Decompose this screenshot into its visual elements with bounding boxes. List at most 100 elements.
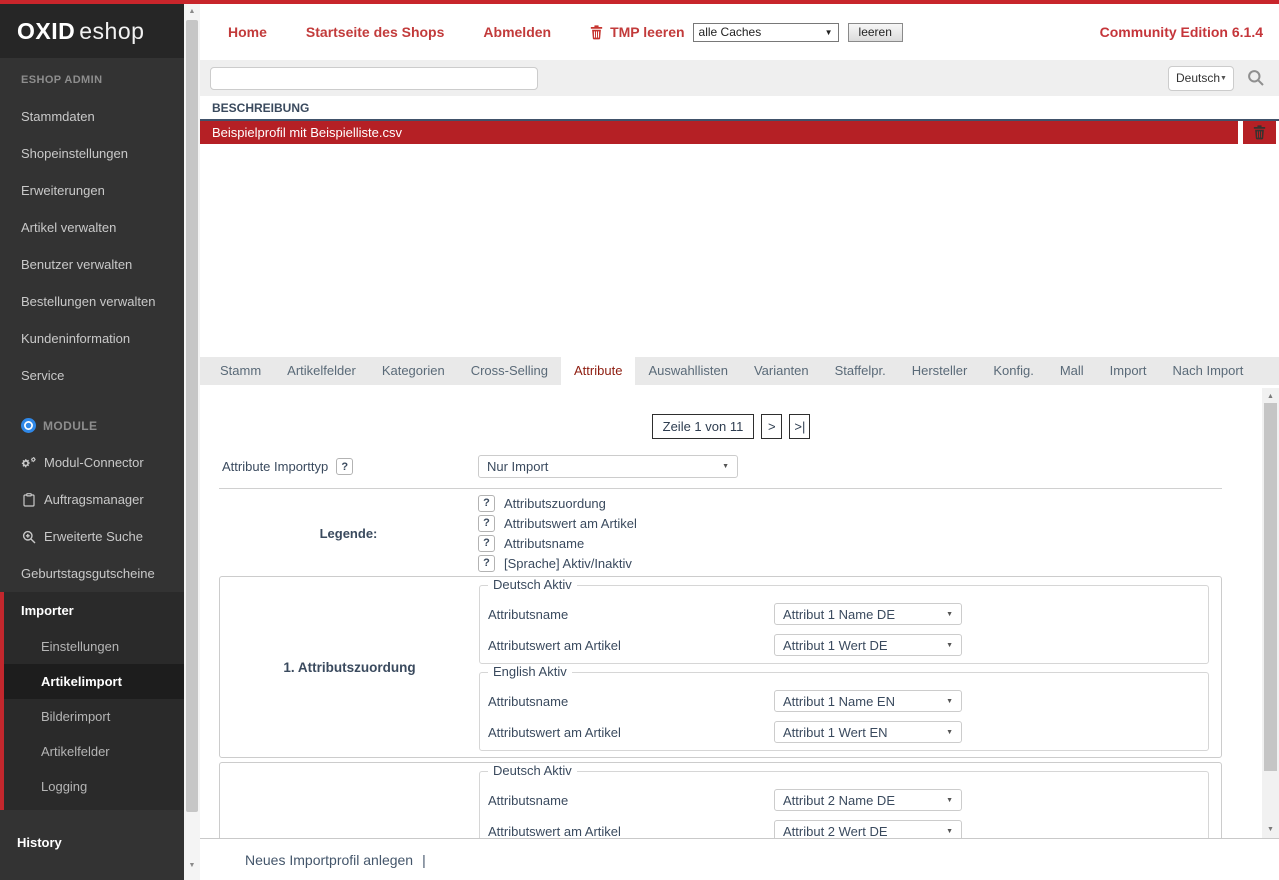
attributsname-select[interactable]: Attribut 2 Name DE▼ (774, 789, 962, 811)
module-section-header: MODULE (0, 407, 184, 444)
tab-artikelfelder[interactable]: Artikelfelder (274, 357, 369, 385)
edition-label: Community Edition 6.1.4 (1100, 24, 1279, 40)
sidebar-item-artikel-verwalten[interactable]: Artikel verwalten (0, 209, 184, 246)
selected-profile-row[interactable]: Beispielprofil mit Beispielliste.csv (200, 121, 1279, 144)
help-icon[interactable]: ? (478, 535, 495, 552)
cache-select[interactable]: alle Caches ▼ (693, 23, 839, 42)
chevron-down-icon: ▼ (946, 698, 953, 705)
help-icon[interactable]: ? (478, 495, 495, 512)
sidebar-item-benutzer-verwalten[interactable]: Benutzer verwalten (0, 246, 184, 283)
search-icon[interactable] (1247, 69, 1265, 87)
sidebar-item-artikelfelder[interactable]: Artikelfelder (4, 734, 184, 769)
tmp-clear-link[interactable]: TMP leeren (590, 24, 684, 40)
scroll-down-icon[interactable]: ▼ (1262, 823, 1279, 836)
sidebar-item-auftragsmanager[interactable]: Auftragsmanager (0, 481, 184, 518)
clear-cache-button[interactable]: leeren (848, 23, 903, 42)
tab-attribute[interactable]: Attribute (561, 357, 635, 385)
sidebar-item-bestellungen-verwalten[interactable]: Bestellungen verwalten (0, 283, 184, 320)
sidebar-item-kundeninformation[interactable]: Kundeninformation (0, 320, 184, 357)
mapping-row-label: Attributswert am Artikel (488, 638, 774, 653)
sidebar-item-logging[interactable]: Logging (4, 769, 184, 804)
help-icon[interactable]: ? (478, 515, 495, 532)
sidebar-item-stammdaten[interactable]: Stammdaten (0, 98, 184, 135)
sidebar-item-bilderimport[interactable]: Bilderimport (4, 699, 184, 734)
sidebar-scrollbar-thumb[interactable] (186, 20, 198, 812)
select-value: Attribut 1 Name DE (783, 607, 895, 622)
mapping-row: AttributsnameAttribut 2 Name DE▼ (488, 789, 1198, 811)
tab-nach-import[interactable]: Nach Import (1160, 357, 1257, 385)
sidebar-item-modul-connector[interactable]: Modul-Connector (0, 444, 184, 481)
language-select[interactable]: Deutsch ▼ (1168, 66, 1234, 91)
language-select-value: Deutsch (1176, 71, 1220, 85)
tab-varianten[interactable]: Varianten (741, 357, 822, 385)
chevron-down-icon: ▼ (722, 463, 729, 470)
scroll-down-icon[interactable]: ▼ (184, 860, 200, 872)
oxid-logo[interactable]: OXID eshop (0, 4, 184, 58)
nav-home-link[interactable]: Home (228, 24, 267, 40)
next-row-button[interactable]: > (761, 414, 782, 439)
tab-import[interactable]: Import (1097, 357, 1160, 385)
sidebar-item-history[interactable]: History (0, 824, 184, 861)
select-value: Attribut 1 Name EN (783, 694, 895, 709)
tab-stamm[interactable]: Stamm (207, 357, 274, 385)
tmp-clear-label: TMP leeren (610, 24, 684, 40)
nav-shop-start-link[interactable]: Startseite des Shops (306, 24, 445, 40)
mapping-row-label: Attributswert am Artikel (488, 725, 774, 740)
attributswert-am-artikel-select[interactable]: Attribut 1 Wert DE▼ (774, 634, 962, 656)
sidebar-item-importer[interactable]: Importer (4, 592, 184, 629)
sidebar-item-geburtstagsgutscheine[interactable]: Geburtstagsgutscheine (0, 555, 184, 592)
sidebar-main-menu: StammdatenShopeinstellungenErweiterungen… (0, 98, 184, 394)
section-groups: Deutsch AktivAttributsnameAttribut 1 Nam… (479, 577, 1221, 757)
importtyp-select[interactable]: Nur Import ▼ (478, 455, 738, 478)
attribute-sections: 1. AttributszuordungDeutsch AktivAttribu… (219, 576, 1222, 838)
tab-kategorien[interactable]: Kategorien (369, 357, 458, 385)
gears-icon (21, 455, 37, 470)
mapping-row: Attributswert am ArtikelAttribut 1 Wert … (488, 721, 1198, 743)
help-icon[interactable]: ? (336, 458, 353, 475)
new-import-profile-link[interactable]: Neues Importprofil anlegen (245, 852, 413, 868)
delete-profile-button[interactable] (1243, 121, 1276, 144)
tab-cross-selling[interactable]: Cross-Selling (458, 357, 561, 385)
tab-mall[interactable]: Mall (1047, 357, 1097, 385)
attributsname-select[interactable]: Attribut 1 Name DE ▼ (774, 603, 962, 625)
search-input[interactable] (210, 67, 538, 90)
tab-hersteller[interactable]: Hersteller (899, 357, 981, 385)
sidebar-item-einstellungen[interactable]: Einstellungen (4, 629, 184, 664)
attributswert-am-artikel-select[interactable]: Attribut 2 Wert DE▼ (774, 820, 962, 838)
profile-row-label[interactable]: Beispielprofil mit Beispielliste.csv (200, 121, 1238, 144)
eshop-admin-label: ESHOP ADMIN (0, 58, 184, 98)
sidebar-item-shopeinstellungen[interactable]: Shopeinstellungen (0, 135, 184, 172)
importtyp-select-value: Nur Import (487, 459, 548, 474)
content-scrollbar-thumb[interactable] (1264, 403, 1277, 771)
scroll-up-icon[interactable]: ▲ (184, 6, 200, 18)
list-column-header: BESCHREIBUNG (200, 96, 1279, 121)
help-icon[interactable]: ? (478, 555, 495, 572)
attributswert-am-artikel-select[interactable]: Attribut 1 Wert EN▼ (774, 721, 962, 743)
legend-item-label: [Sprache] Aktiv/Inaktiv (504, 556, 632, 571)
attribute-section-2: Deutsch AktivAttributsnameAttribut 2 Nam… (219, 762, 1222, 838)
sidebar-scrollbar[interactable]: ▲ ▼ (184, 4, 200, 880)
legend-row: Legende: ?Attributszuordung?Attributswer… (219, 489, 1222, 576)
sidebar-item-service[interactable]: Service (0, 357, 184, 394)
nav-logout-link[interactable]: Abmelden (483, 24, 551, 40)
mapping-row-label: Attributsname (488, 607, 774, 622)
chevron-down-icon: ▼ (946, 729, 953, 736)
sidebar-item-artikelimport[interactable]: Artikelimport (4, 664, 184, 699)
group-legend: English Aktiv (488, 664, 572, 679)
chevron-down-icon: ▼ (946, 611, 953, 618)
panel-footer: Neues Importprofil anlegen | (200, 838, 1279, 880)
sidebar-item-erweiterte-suche[interactable]: Erweiterte Suche (0, 518, 184, 555)
attributsname-select[interactable]: Attribut 1 Name EN ▼ (774, 690, 962, 712)
logo-text-light: eshop (79, 18, 144, 45)
scroll-up-icon[interactable]: ▲ (1262, 390, 1279, 403)
tab-staffelpr[interactable]: Staffelpr. (822, 357, 899, 385)
legend-item-sprache-aktiv-inaktiv: ? [Sprache] Aktiv/Inaktiv (478, 553, 637, 573)
group-legend: Deutsch Aktiv (488, 577, 577, 592)
sidebar-item-label: Auftragsmanager (44, 481, 144, 518)
tab-auswahllisten[interactable]: Auswahllisten (635, 357, 741, 385)
tab-bar: StammArtikelfelderKategorienCross-Sellin… (200, 357, 1279, 385)
sidebar-item-erweiterungen[interactable]: Erweiterungen (0, 172, 184, 209)
content-scrollbar[interactable]: ▲ ▼ (1262, 388, 1279, 838)
last-row-button[interactable]: >| (789, 414, 810, 439)
tab-konfig[interactable]: Konfig. (980, 357, 1046, 385)
